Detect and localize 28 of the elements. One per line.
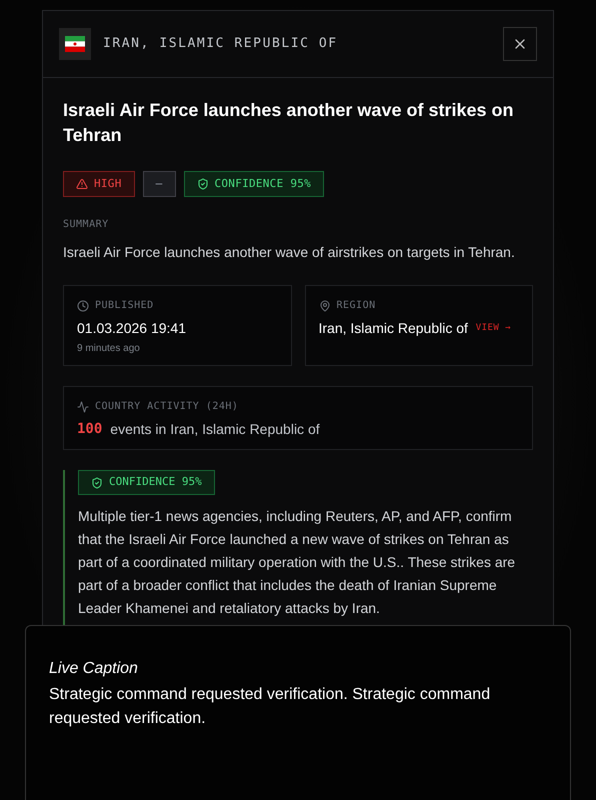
event-count: 100 <box>77 420 102 439</box>
caption-title: Live Caption <box>49 659 139 679</box>
severity-badge: HIGH <box>63 171 135 197</box>
shield-check-icon <box>196 178 208 190</box>
confidence-badge: CONFIDENCE 95% <box>184 171 324 197</box>
region-name: Iran, Islamic Republic of <box>318 319 468 338</box>
clock-icon <box>77 300 89 312</box>
summary-label: SUMMARY <box>63 218 110 232</box>
event-count-text: events in Iran, Islamic Republic of <box>110 420 320 439</box>
summary-text: Israeli Air Force launches another wave of airstrikes on targets in Tehran. <box>63 243 516 262</box>
flag-icon <box>59 28 91 60</box>
confidence-badge: CONFIDENCE 95% <box>78 470 215 495</box>
published-date: 01.03.2026 19:41 <box>77 319 187 338</box>
event-title: Israeli Air Force launches another wave of strikes on Tehran <box>63 99 514 147</box>
region-label: REGION <box>336 299 376 313</box>
country-name: IRAN, ISLAMIC REPUBLIC OF <box>103 35 338 54</box>
status-badge: — <box>142 171 176 197</box>
warning-icon <box>76 178 88 190</box>
close-button[interactable] <box>503 27 537 61</box>
caption-text: Strategic command requested verification. Strategic command requested verification. <box>49 685 492 729</box>
published-label: PUBLISHED <box>95 299 154 313</box>
shield-check-icon <box>91 476 103 488</box>
activity-label: COUNTRY ACTIVITY (24H) <box>95 400 238 414</box>
map-pin-icon <box>318 300 330 312</box>
view-link[interactable]: VIEW → <box>476 322 511 336</box>
assessment-text: Multiple tier-1 news agencies, including Reuters, AP, and AFP, confirm that the Israeli Air Force launched a new wave of strikes on Tehran as part of a coordinated military operation with the U.S.. These strikes are part of a broader conflict that includes the death of Iranian Supreme Leader Khamenei and retaliatory attacks by Iran. <box>78 506 516 618</box>
activity-icon <box>77 400 89 412</box>
published-relative: 9 minutes ago <box>77 342 141 356</box>
